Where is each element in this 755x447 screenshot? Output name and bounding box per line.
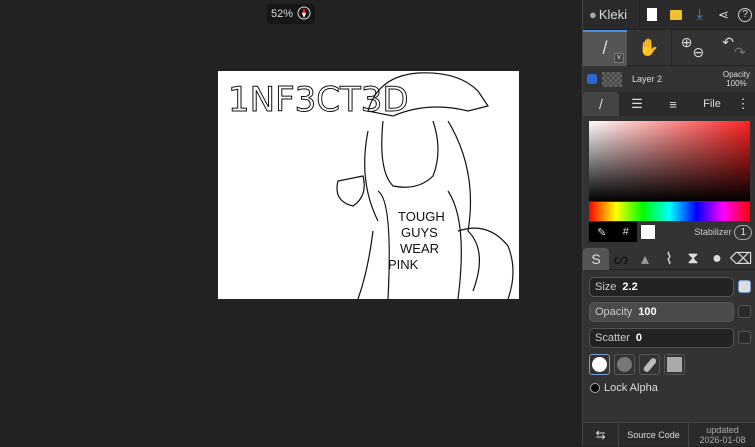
pen-brush-icon[interactable]: S — [583, 247, 609, 270]
layers-icon: ☰ — [631, 96, 643, 111]
open-folder-icon[interactable] — [664, 9, 688, 20]
shirt-text-2: GUYS — [401, 225, 438, 240]
lock-alpha-label: Lock Alpha — [604, 382, 658, 394]
compass-icon[interactable] — [297, 6, 311, 23]
chevron-down-icon[interactable]: v — [614, 52, 624, 63]
brush-shapes — [589, 354, 685, 375]
hue-slider[interactable] — [589, 202, 750, 221]
scatter-label: Scatter — [595, 332, 630, 344]
tab-file[interactable]: File — [691, 98, 733, 110]
square-shape-button[interactable] — [664, 354, 685, 375]
tool-bar: / v ✋ ⊕ ⊖ ↶ ↷ — [583, 29, 755, 66]
brush-types: S ᔕ ▴ ⌇ ⧗ ● ⌫ — [583, 247, 755, 270]
round-shape-button[interactable] — [589, 354, 610, 375]
layer-opacity-value: 100% — [726, 79, 747, 88]
workspace[interactable]: 52% 1NF3CT3D TOUGH GUYS WEAR PINK — [0, 0, 582, 446]
download-icon[interactable]: ⤓ — [688, 6, 712, 23]
kleki-logo[interactable]: ● Kleki — [583, 0, 641, 30]
lock-alpha-checkbox[interactable] — [590, 383, 600, 393]
scatter-value: 0 — [635, 332, 642, 344]
size-value: 2.2 — [622, 281, 638, 293]
footer: ⇆ Source Code updated 2026-01-08 — [583, 422, 755, 447]
color-picker-sv[interactable] — [589, 121, 750, 201]
chemy-brush-icon[interactable]: ⧗ — [681, 250, 705, 268]
swap-side-icon[interactable]: ⇆ — [583, 422, 619, 447]
kleki-logo-icon: ● — [589, 7, 597, 22]
opacity-label: Opacity — [595, 306, 633, 318]
zoom-out-icon[interactable]: ⊖ — [693, 44, 705, 61]
updated-label: updated — [706, 424, 739, 435]
hand-icon: ✋ — [638, 37, 660, 57]
shirt-text-4: PINK — [388, 257, 419, 272]
tab-brush[interactable]: / — [583, 92, 619, 116]
size-pressure-toggle[interactable] — [738, 280, 751, 293]
redo-icon[interactable]: ↷ — [734, 44, 746, 61]
sketchy-brush-icon[interactable]: ▴ — [633, 249, 657, 269]
brush-icon: / — [599, 96, 603, 112]
undo-redo-buttons: ↶ ↷ — [713, 34, 755, 61]
current-color-swatch[interactable] — [641, 225, 655, 239]
new-image-icon[interactable] — [640, 8, 664, 21]
side-panel: ● Kleki ⤓ ⋖ ? / v ✋ ⊕ ⊖ ↶ ↷ Layer 2 Opacity 1… — [582, 0, 755, 447]
chisel-shape-button[interactable] — [639, 354, 660, 375]
hand-tool-button[interactable]: ✋ — [627, 38, 671, 58]
more-menu-icon[interactable]: ⋮ — [733, 96, 753, 112]
layer-thumbnail — [602, 71, 622, 87]
tab-adjust[interactable]: ≡ — [655, 97, 691, 112]
lock-alpha[interactable]: Lock Alpha — [590, 382, 658, 394]
stabilizer-label: Stabilizer — [694, 227, 732, 237]
tab-layers[interactable]: ☰ — [619, 96, 655, 112]
undo-icon[interactable]: ↶ — [722, 34, 734, 51]
layer-name: Layer 2 — [632, 74, 663, 84]
size-label: Size — [595, 281, 617, 293]
updated-date: 2026-01-08 — [699, 434, 746, 445]
hex-input-button[interactable]: # — [623, 226, 629, 238]
source-code-link[interactable]: Source Code — [619, 422, 689, 447]
opacity-slider[interactable]: Opacity 100 — [589, 302, 734, 322]
size-slider[interactable]: Size 2.2 — [589, 277, 734, 297]
layer-opacity-label: Opacity — [722, 70, 750, 79]
share-icon[interactable]: ⋖ — [712, 7, 736, 23]
opacity-value: 100 — [638, 306, 657, 318]
drawing-canvas[interactable]: 1NF3CT3D TOUGH GUYS WEAR PINK — [218, 71, 519, 299]
smudge-brush-icon[interactable]: ● — [705, 250, 729, 268]
sliders-icon: ≡ — [669, 96, 677, 112]
brush-icon: / — [602, 38, 608, 58]
zoom-in-icon[interactable]: ⊕ — [681, 34, 693, 51]
blend-brush-icon[interactable]: ᔕ — [609, 249, 633, 269]
layer-visibility-checkbox[interactable] — [587, 74, 597, 84]
opacity-pressure-toggle[interactable] — [738, 305, 751, 318]
layer-row[interactable]: Layer 2 Opacity 100% — [583, 66, 755, 92]
eyedropper-icon[interactable]: ✎ — [597, 226, 606, 239]
zoom-level: 52% — [271, 8, 294, 20]
help-icon[interactable]: ? — [735, 7, 755, 22]
color-row: ✎ # Stabilizer 1 — [589, 222, 752, 242]
eraser-icon[interactable]: ⌫ — [729, 249, 753, 269]
zoom-indicator[interactable]: 52% — [267, 4, 316, 24]
color-tools: ✎ # — [589, 222, 637, 242]
soft-shape-button[interactable] — [614, 354, 635, 375]
shirt-text-3: WEAR — [400, 241, 439, 256]
shirt-text-1: TOUGH — [398, 209, 445, 224]
brush-tool-button[interactable]: / v — [583, 29, 627, 66]
zoom-buttons: ⊕ ⊖ — [671, 29, 713, 66]
scatter-slider[interactable]: Scatter 0 — [589, 328, 734, 348]
pixel-brush-icon[interactable]: ⌇ — [657, 249, 681, 269]
scatter-pressure-toggle[interactable] — [738, 331, 751, 344]
panel-tabs: / ☰ ≡ File ⋮ — [583, 92, 755, 116]
stabilizer-select[interactable]: 1 — [734, 224, 752, 240]
header-bar: ● Kleki ⤓ ⋖ ? — [583, 0, 755, 30]
updated-info[interactable]: updated 2026-01-08 — [689, 425, 755, 445]
